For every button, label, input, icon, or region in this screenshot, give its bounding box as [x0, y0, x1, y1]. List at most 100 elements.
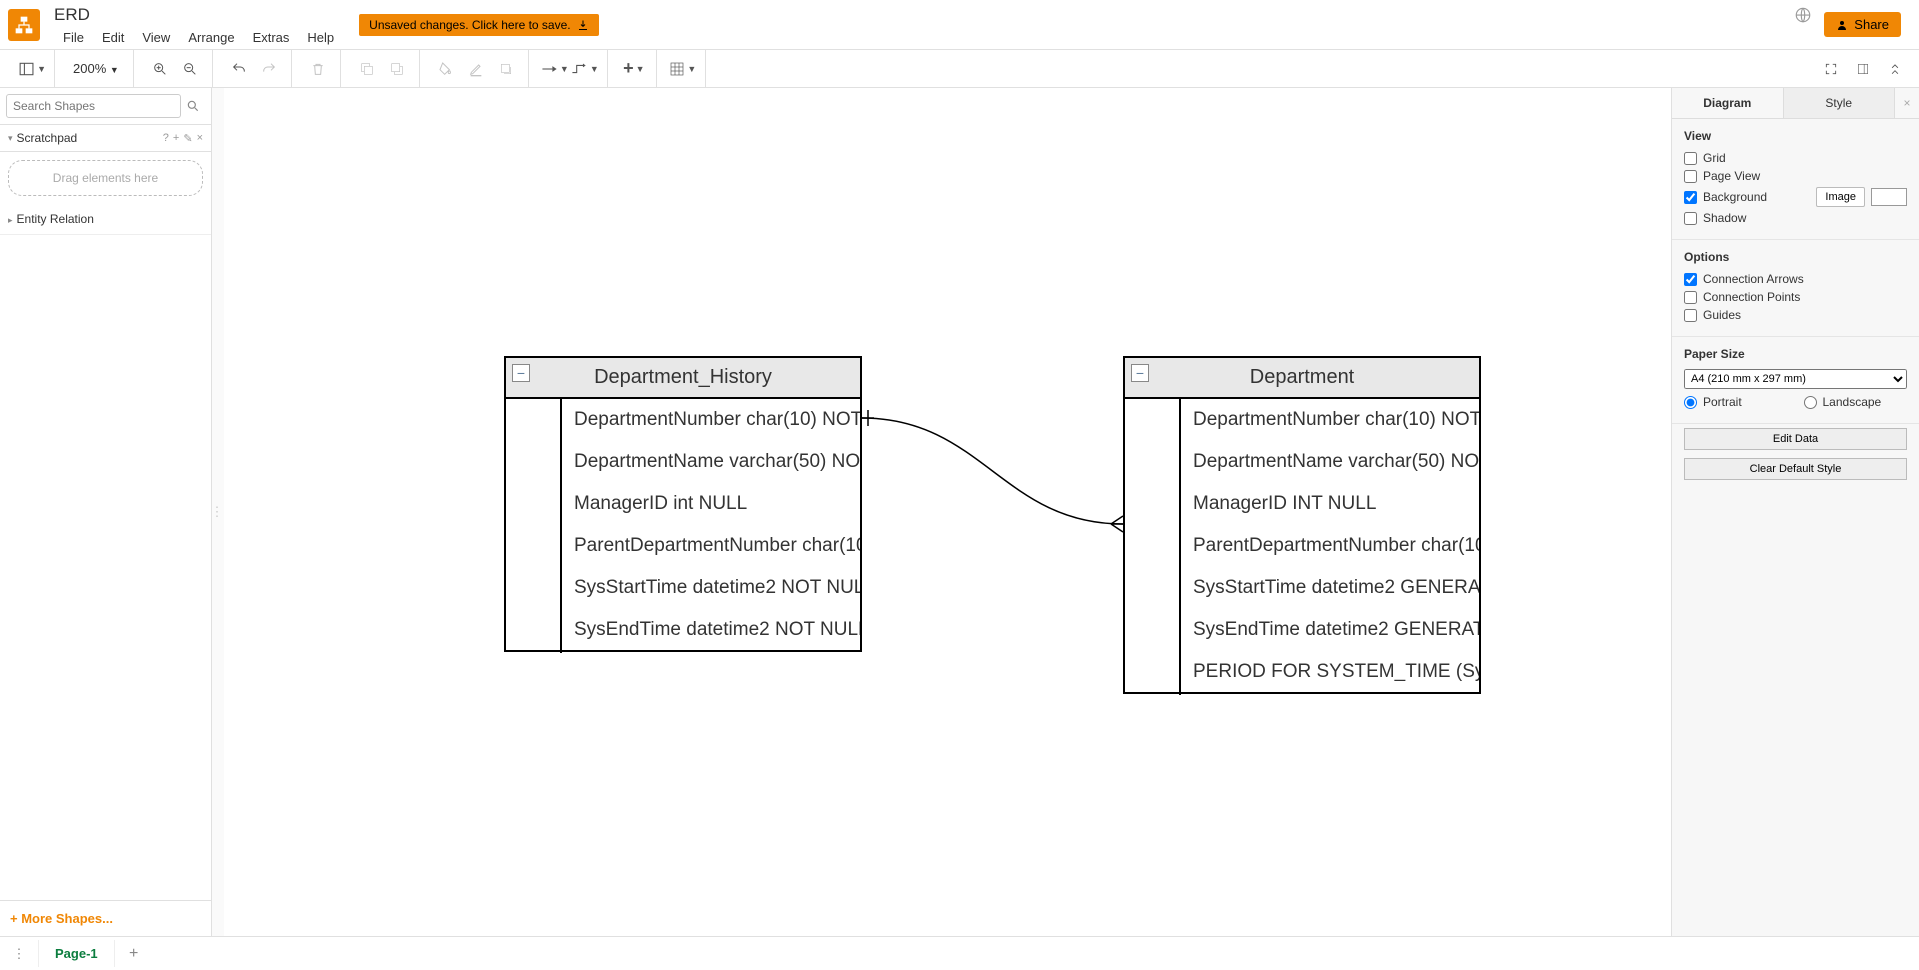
menu-edit[interactable]: Edit: [93, 28, 133, 47]
collapse-button[interactable]: [1881, 55, 1909, 83]
insert-button[interactable]: +▼: [620, 55, 648, 83]
view-menu-button[interactable]: ▼: [18, 55, 46, 83]
entity-column[interactable]: SysStartTime datetime2 NOT NULL: [562, 567, 860, 609]
entity-column[interactable]: SysStartTime datetime2 GENERATED ALWAYS …: [1181, 567, 1479, 609]
undo-button[interactable]: [225, 55, 253, 83]
entity-column[interactable]: ParentDepartmentNumber char(10) NULL: [1181, 525, 1479, 567]
waypoint-icon: [571, 62, 588, 76]
connection-button[interactable]: ▼: [541, 55, 569, 83]
background-color-swatch[interactable]: [1871, 188, 1907, 206]
entity-column[interactable]: SysEndTime datetime2 NOT NULL: [562, 609, 860, 651]
person-icon: [1836, 19, 1848, 31]
main-area: ▾ Scratchpad ? + ✎ × Drag elements here …: [0, 88, 1919, 936]
pageview-checkbox[interactable]: [1684, 170, 1697, 183]
save-icon: [577, 19, 589, 31]
to-back-button[interactable]: [383, 55, 411, 83]
background-checkbox[interactable]: [1684, 191, 1697, 204]
zoom-out-button[interactable]: [176, 55, 204, 83]
entity-column[interactable]: ManagerID int NULL: [562, 483, 860, 525]
menu-arrange[interactable]: Arrange: [179, 28, 243, 47]
right-panel-tabs: Diagram Style ×: [1672, 88, 1919, 119]
bottombar: ⋮ Page-1 +: [0, 936, 1919, 970]
page-tab-1[interactable]: Page-1: [38, 940, 115, 967]
entity-title[interactable]: −Department_History: [506, 358, 860, 399]
search-icon[interactable]: [181, 94, 205, 118]
waypoints-button[interactable]: ▼: [571, 55, 599, 83]
scratchpad-close-icon[interactable]: ×: [197, 132, 203, 145]
menubar: File Edit View Arrange Extras Help: [54, 28, 343, 47]
edit-data-button[interactable]: Edit Data: [1684, 428, 1907, 450]
portrait-radio[interactable]: [1684, 396, 1697, 409]
paper-size-select[interactable]: A4 (210 mm x 297 mm): [1684, 369, 1907, 389]
fullscreen-button[interactable]: [1817, 55, 1845, 83]
entity-collapse-icon[interactable]: −: [512, 364, 530, 382]
menu-extras[interactable]: Extras: [244, 28, 299, 47]
redo-button[interactable]: [255, 55, 283, 83]
tab-diagram[interactable]: Diagram: [1672, 88, 1784, 118]
menu-file[interactable]: File: [54, 28, 93, 47]
background-image-button[interactable]: Image: [1816, 187, 1865, 207]
table-button[interactable]: ▼: [669, 55, 697, 83]
scratchpad-dropzone[interactable]: Drag elements here: [8, 160, 203, 196]
left-panel: ▾ Scratchpad ? + ✎ × Drag elements here …: [0, 88, 212, 936]
entity-column[interactable]: DepartmentName varchar(50) NOT NULL: [1181, 441, 1479, 483]
entity-column[interactable]: DepartmentName varchar(50) NOT NULL: [562, 441, 860, 483]
shadow-icon: [498, 61, 514, 77]
options-section-title: Options: [1684, 250, 1907, 264]
canvas[interactable]: −Department_HistoryDepartmentNumber char…: [224, 88, 1671, 936]
entity-column[interactable]: PERIOD FOR SYSTEM_TIME (SysStartTime, Sy…: [1181, 651, 1479, 693]
search-input[interactable]: [6, 94, 181, 118]
format-panel-button[interactable]: [1849, 55, 1877, 83]
menu-help[interactable]: Help: [298, 28, 343, 47]
pages-menu-button[interactable]: ⋮: [8, 943, 30, 965]
scratchpad-edit-icon[interactable]: ✎: [183, 132, 192, 145]
chevrons-icon: [1888, 62, 1902, 76]
delete-button[interactable]: [304, 55, 332, 83]
fill-color-button[interactable]: [432, 55, 460, 83]
app-logo[interactable]: [8, 9, 40, 41]
scratchpad-add-icon[interactable]: +: [173, 132, 179, 145]
left-collapse-handle[interactable]: ⋮: [212, 492, 222, 532]
entity-column[interactable]: ParentDepartmentNumber char(10) NULL: [562, 525, 860, 567]
menu-view[interactable]: View: [133, 28, 179, 47]
language-icon[interactable]: [1794, 6, 1812, 24]
conn-points-checkbox[interactable]: [1684, 291, 1697, 304]
clear-default-style-button[interactable]: Clear Default Style: [1684, 458, 1907, 480]
pencil-icon: [468, 61, 484, 77]
zoom-in-button[interactable]: [146, 55, 174, 83]
share-button[interactable]: Share: [1824, 12, 1901, 37]
landscape-label: Landscape: [1823, 395, 1908, 409]
scratchpad-help-icon[interactable]: ?: [163, 132, 169, 145]
shadow-label: Shadow: [1703, 211, 1907, 225]
conn-arrows-checkbox[interactable]: [1684, 273, 1697, 286]
entity-collapse-icon[interactable]: −: [1131, 364, 1149, 382]
pageview-label: Page View: [1703, 169, 1907, 183]
entity-column[interactable]: ManagerID INT NULL: [1181, 483, 1479, 525]
zoom-in-icon: [152, 61, 168, 77]
document-title[interactable]: ERD: [54, 3, 343, 27]
entity-department_history[interactable]: −Department_HistoryDepartmentNumber char…: [504, 356, 862, 652]
grid-checkbox[interactable]: [1684, 152, 1697, 165]
landscape-radio[interactable]: [1804, 396, 1817, 409]
entity-title[interactable]: −Department: [1125, 358, 1479, 399]
right-panel-close[interactable]: ×: [1895, 88, 1919, 118]
line-color-button[interactable]: [462, 55, 490, 83]
add-page-button[interactable]: +: [123, 943, 145, 965]
shadow-checkbox[interactable]: [1684, 212, 1697, 225]
entity-column[interactable]: DepartmentNumber char(10) NOT NULL: [562, 399, 860, 441]
canvas-wrap: ⋮ −Department_HistoryDepartmentNumber ch…: [212, 88, 1671, 936]
category-entity-relation[interactable]: Entity Relation: [0, 204, 211, 235]
more-shapes-button[interactable]: + More Shapes...: [0, 900, 211, 936]
entity-column[interactable]: SysEndTime datetime2 GENERATED ALWAYS AS…: [1181, 609, 1479, 651]
unsaved-changes-button[interactable]: Unsaved changes. Click here to save.: [359, 14, 598, 36]
entity-column[interactable]: DepartmentNumber char(10) NOT NULL: [1181, 399, 1479, 441]
scratchpad-header[interactable]: ▾ Scratchpad ? + ✎ ×: [0, 125, 211, 152]
portrait-label: Portrait: [1703, 395, 1788, 409]
shadow-button[interactable]: [492, 55, 520, 83]
guides-checkbox[interactable]: [1684, 309, 1697, 322]
drawio-logo-icon: [14, 15, 34, 35]
zoom-level[interactable]: 200% ▼: [67, 61, 125, 76]
entity-department[interactable]: −DepartmentDepartmentNumber char(10) NOT…: [1123, 356, 1481, 694]
tab-style[interactable]: Style: [1784, 88, 1896, 118]
to-front-button[interactable]: [353, 55, 381, 83]
